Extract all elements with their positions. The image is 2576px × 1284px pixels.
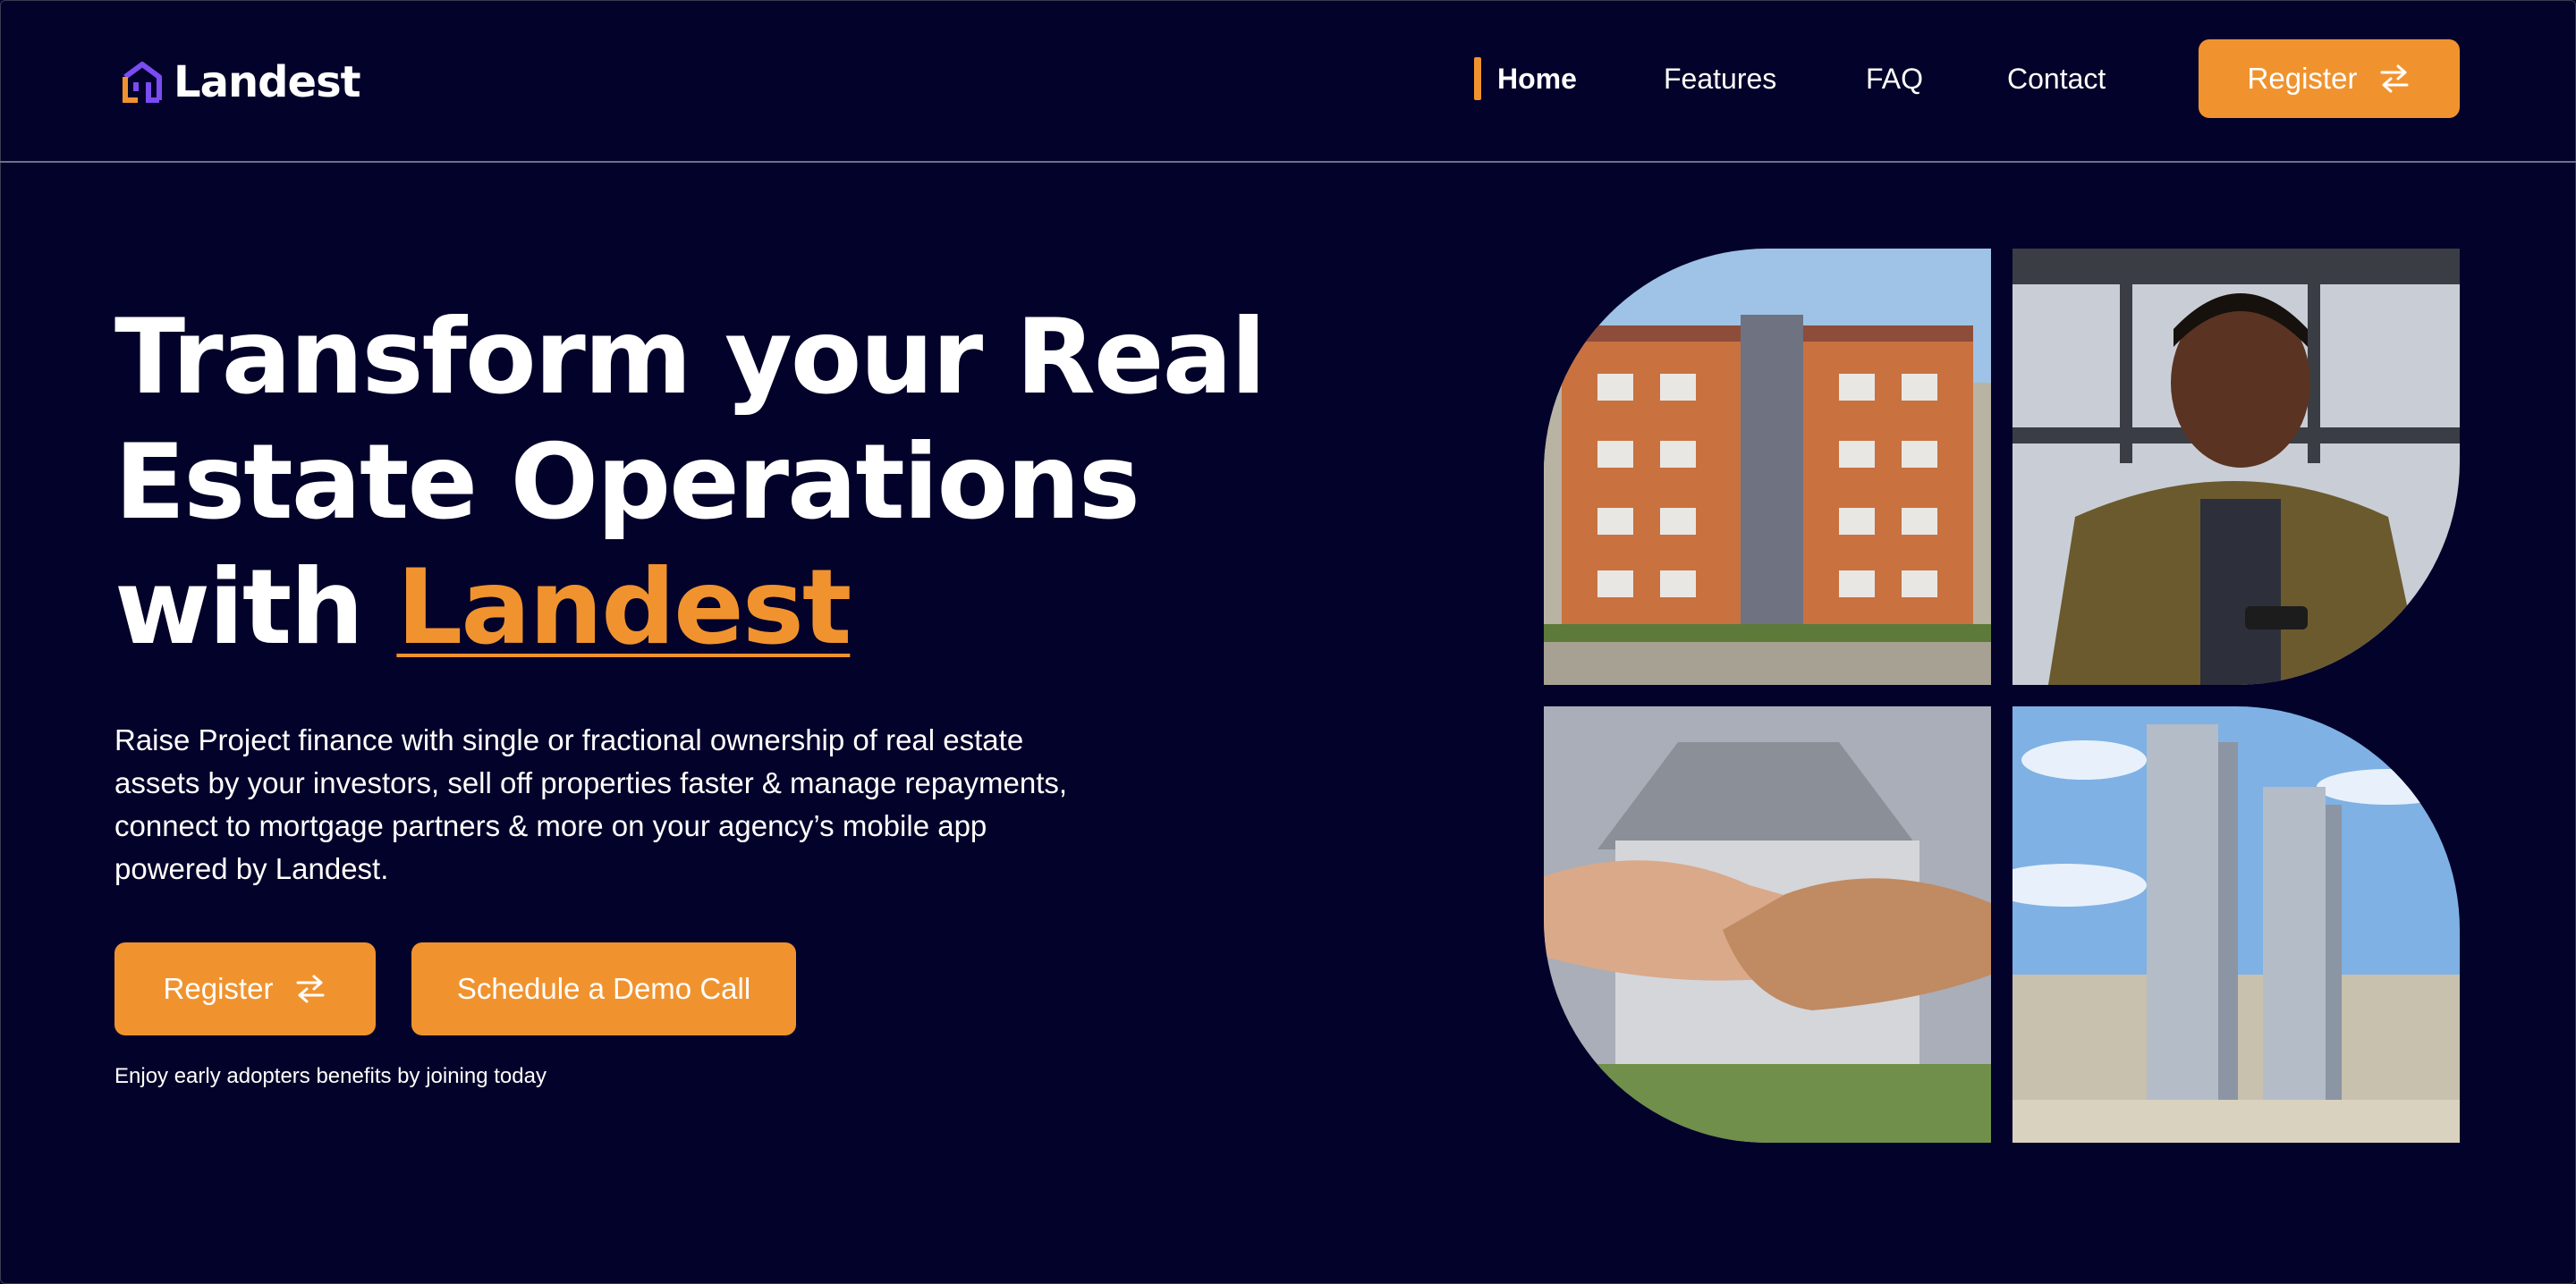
nav-home[interactable]: Home: [1497, 54, 1577, 104]
handshake-photo: [1544, 706, 1991, 1143]
brand-logo[interactable]: Landest: [122, 54, 361, 111]
nav-contact[interactable]: Contact: [2007, 54, 2106, 104]
hero-headline: Transform your Real Estate Operations wi…: [114, 295, 1277, 671]
top-navigation: Landest Home Features FAQ Contact Regist…: [0, 0, 2576, 163]
headline-line-3: with Landest: [114, 545, 1277, 671]
nav-features[interactable]: Features: [1664, 54, 1776, 104]
hero-register-button[interactable]: Register: [114, 942, 376, 1035]
smiling-man-with-phone-photo: [2012, 249, 2460, 685]
apartment-building-photo: [1544, 249, 1991, 685]
headline-highlight: Landest: [396, 547, 852, 668]
swap-arrows-icon: [2380, 64, 2409, 93]
hero-description: Raise Project finance with single or fra…: [114, 723, 1068, 885]
twin-towers-photo: [2012, 706, 2460, 1143]
schedule-demo-label: Schedule a Demo Call: [456, 972, 751, 1005]
nav-faq[interactable]: FAQ: [1866, 54, 1923, 104]
nav-register-button[interactable]: Register: [2199, 39, 2460, 118]
swap-arrows-icon: [296, 975, 325, 1003]
nav-register-label: Register: [2247, 62, 2358, 95]
house-logo-icon: [123, 62, 162, 103]
headline-prefix: with: [114, 547, 364, 668]
early-adopter-note: Enjoy early adopters benefits by joining…: [114, 1064, 547, 1088]
schedule-demo-button[interactable]: Schedule a Demo Call: [411, 942, 796, 1035]
brand-name: Landest: [174, 57, 361, 107]
active-nav-indicator: [1474, 57, 1481, 100]
headline-line-2: Estate Operations: [114, 422, 1140, 543]
headline-line-1: Transform your Real: [114, 297, 1267, 418]
hero-register-label: Register: [163, 972, 274, 1005]
